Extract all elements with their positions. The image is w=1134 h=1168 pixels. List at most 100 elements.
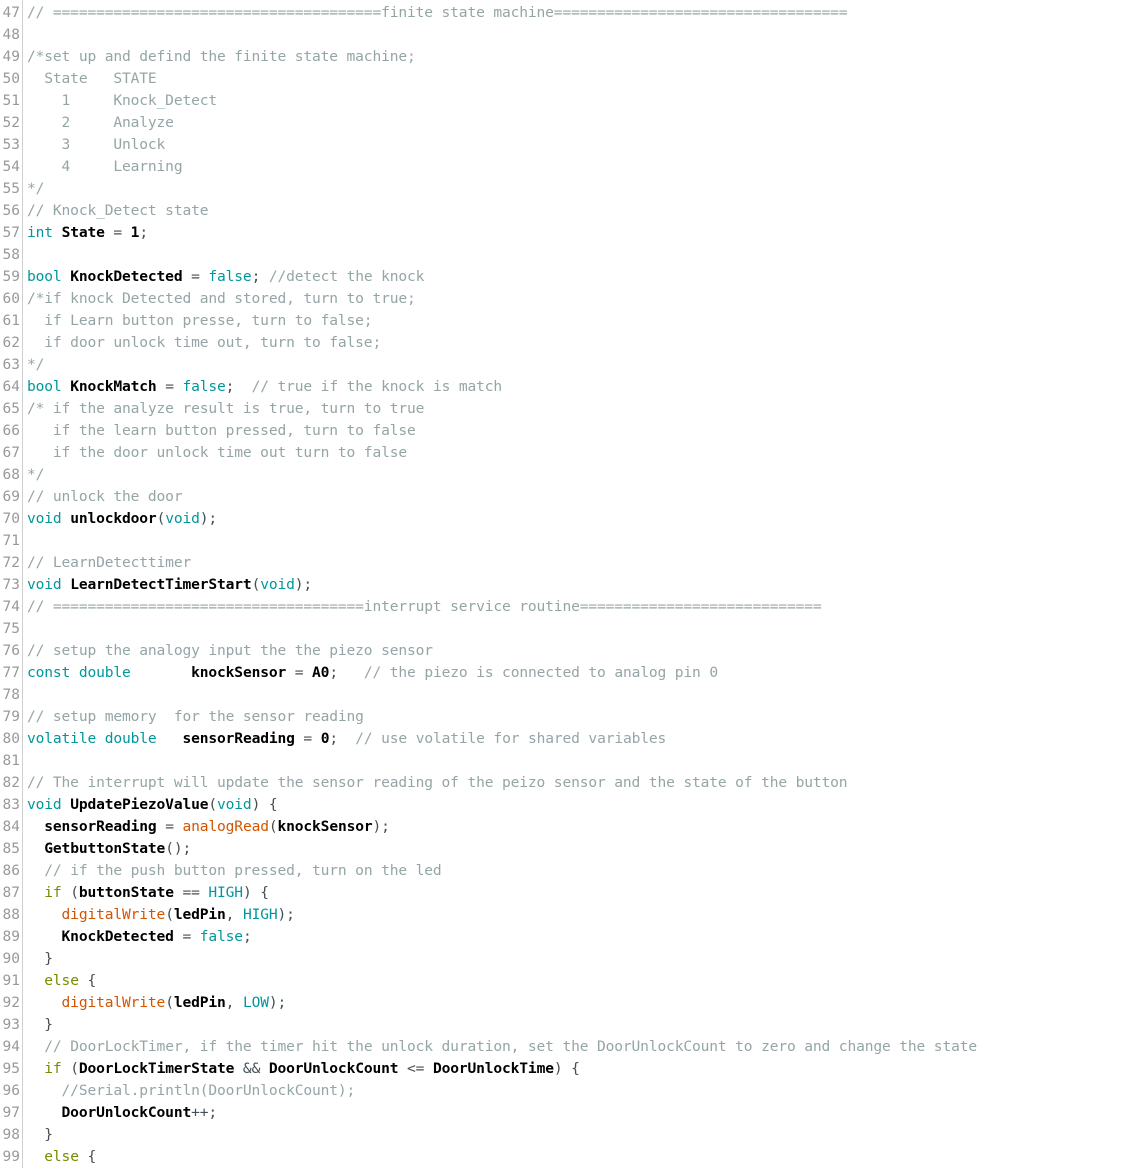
code-line[interactable]: void UpdatePiezoValue(void) { <box>27 794 1134 816</box>
line-number: 62 <box>2 335 20 351</box>
code-line[interactable]: /*if knock Detected and stored, turn to … <box>27 288 1134 310</box>
code-line[interactable]: // if the push button pressed, turn on t… <box>27 860 1134 882</box>
code-token-cmt: /*if knock Detected and stored, turn to … <box>27 290 416 307</box>
line-number: 54 <box>2 159 20 175</box>
line-number: 87 <box>2 885 20 901</box>
code-token-fn: digitalWrite <box>61 994 166 1011</box>
line-number: 98 <box>2 1127 20 1143</box>
code-line[interactable]: // =====================================… <box>27 2 1134 24</box>
code-line[interactable]: 1 Knock_Detect <box>27 90 1134 112</box>
code-token-op <box>27 994 62 1011</box>
code-line[interactable] <box>27 244 1134 266</box>
code-line[interactable]: State STATE <box>27 68 1134 90</box>
code-line[interactable]: /* if the analyze result is true, turn t… <box>27 398 1134 420</box>
code-token-cmt: 2 Analyze <box>27 114 174 131</box>
code-line[interactable]: int State = 1; <box>27 222 1134 244</box>
code-token-id: DoorUnlockCount <box>268 1060 399 1077</box>
code-token-lit: HIGH <box>242 906 278 923</box>
code-token-id: sensorReading <box>44 818 157 835</box>
line-number: 80 <box>2 731 20 747</box>
code-token-cmt: // use volatile for shared variables <box>355 730 667 747</box>
code-line[interactable]: } <box>27 1014 1134 1036</box>
line-number: 90 <box>2 951 20 967</box>
code-token-id: knockSensor <box>277 818 373 835</box>
code-token-cmt: // LearnDetecttimer <box>27 554 192 571</box>
code-line[interactable]: else { <box>27 1146 1134 1168</box>
code-token-op: (); <box>165 840 192 857</box>
code-token-lit: LOW <box>242 994 269 1011</box>
code-token-id: GetbuttonState <box>44 840 166 857</box>
code-token-id: KnockMatch <box>70 378 157 395</box>
code-token-kw: void <box>27 510 62 527</box>
code-line[interactable]: if Learn button presse, turn to false; <box>27 310 1134 332</box>
line-number: 56 <box>2 203 20 219</box>
code-line[interactable]: if (DoorLockTimerState && DoorUnlockCoun… <box>27 1058 1134 1080</box>
code-line[interactable]: if door unlock time out, turn to false; <box>27 332 1134 354</box>
code-token-op <box>27 862 44 879</box>
code-line[interactable]: */ <box>27 354 1134 376</box>
code-line[interactable]: 4 Learning <box>27 156 1134 178</box>
code-token-kw: void <box>217 796 252 813</box>
code-token-op: ( <box>61 1060 79 1077</box>
code-line[interactable]: if the door unlock time out turn to fals… <box>27 442 1134 464</box>
line-number: 71 <box>2 533 20 549</box>
code-token-op: ; <box>225 378 252 395</box>
code-line[interactable]: digitalWrite(ledPin, LOW); <box>27 992 1134 1014</box>
code-line[interactable] <box>27 684 1134 706</box>
code-token-cmt: //Serial.println(DoorUnlockCount); <box>61 1082 356 1099</box>
code-line[interactable]: bool KnockDetected = false; //detect the… <box>27 266 1134 288</box>
code-token-kw: const <box>27 664 71 681</box>
code-line[interactable]: /*set up and defind the finite state mac… <box>27 46 1134 68</box>
code-line[interactable]: } <box>27 1124 1134 1146</box>
code-line[interactable]: // setup the analogy input the the piezo… <box>27 640 1134 662</box>
line-number: 83 <box>2 797 20 813</box>
code-token-kw: void <box>260 576 295 593</box>
code-line[interactable] <box>27 618 1134 640</box>
code-line[interactable] <box>27 24 1134 46</box>
code-line[interactable]: if (buttonState == HIGH) { <box>27 882 1134 904</box>
code-token-op <box>27 1148 44 1165</box>
code-line[interactable]: // LearnDetecttimer <box>27 552 1134 574</box>
code-line[interactable] <box>27 530 1134 552</box>
line-number: 47 <box>2 5 20 21</box>
code-line[interactable]: // Knock_Detect state <box>27 200 1134 222</box>
code-line[interactable]: sensorReading = analogRead(knockSensor); <box>27 816 1134 838</box>
code-line[interactable]: volatile double sensorReading = 0; // us… <box>27 728 1134 750</box>
code-line[interactable]: // unlock the door <box>27 486 1134 508</box>
code-line[interactable]: // The interrupt will update the sensor … <box>27 772 1134 794</box>
code-line[interactable]: digitalWrite(ledPin, HIGH); <box>27 904 1134 926</box>
code-token-cmt: if door unlock time out, turn to false; <box>27 334 382 351</box>
code-token-op: ++; <box>191 1104 218 1121</box>
line-number: 51 <box>2 93 20 109</box>
code-line[interactable]: void LearnDetectTimerStart(void); <box>27 574 1134 596</box>
code-line[interactable]: } <box>27 948 1134 970</box>
code-content-area[interactable]: // =====================================… <box>23 0 1134 1168</box>
code-line[interactable] <box>27 750 1134 772</box>
code-token-op <box>27 884 44 901</box>
code-token-id: sensorReading <box>182 730 295 747</box>
code-line[interactable]: */ <box>27 464 1134 486</box>
code-line[interactable]: // ====================================i… <box>27 596 1134 618</box>
code-line[interactable]: void unlockdoor(void); <box>27 508 1134 530</box>
code-editor[interactable]: 47 48 49 50 51 52 53 54 55 56 57 58 59 60 61 62 63 64 65 66… <box>0 0 1134 1168</box>
line-number: 60 <box>2 291 20 307</box>
code-token-op: ; <box>329 730 356 747</box>
code-line[interactable]: //Serial.println(DoorUnlockCount); <box>27 1080 1134 1102</box>
code-line[interactable]: bool KnockMatch = false; // true if the … <box>27 376 1134 398</box>
code-token-lit: false <box>182 378 226 395</box>
code-line[interactable]: GetbuttonState(); <box>27 838 1134 860</box>
line-number: 67 <box>2 445 20 461</box>
code-line[interactable]: else { <box>27 970 1134 992</box>
code-token-op: ( <box>165 994 174 1011</box>
code-line[interactable]: // setup memory for the sensor reading <box>27 706 1134 728</box>
code-line[interactable]: DoorUnlockCount++; <box>27 1102 1134 1124</box>
code-token-cmt: */ <box>27 356 45 373</box>
code-line[interactable]: const double knockSensor = A0; // the pi… <box>27 662 1134 684</box>
code-line[interactable]: 2 Analyze <box>27 112 1134 134</box>
code-line[interactable]: 3 Unlock <box>27 134 1134 156</box>
code-line[interactable]: */ <box>27 178 1134 200</box>
code-token-ctl: else <box>44 972 79 989</box>
code-line[interactable]: if the learn button pressed, turn to fal… <box>27 420 1134 442</box>
code-line[interactable]: KnockDetected = false; <box>27 926 1134 948</box>
code-line[interactable]: // DoorLockTimer, if the timer hit the u… <box>27 1036 1134 1058</box>
